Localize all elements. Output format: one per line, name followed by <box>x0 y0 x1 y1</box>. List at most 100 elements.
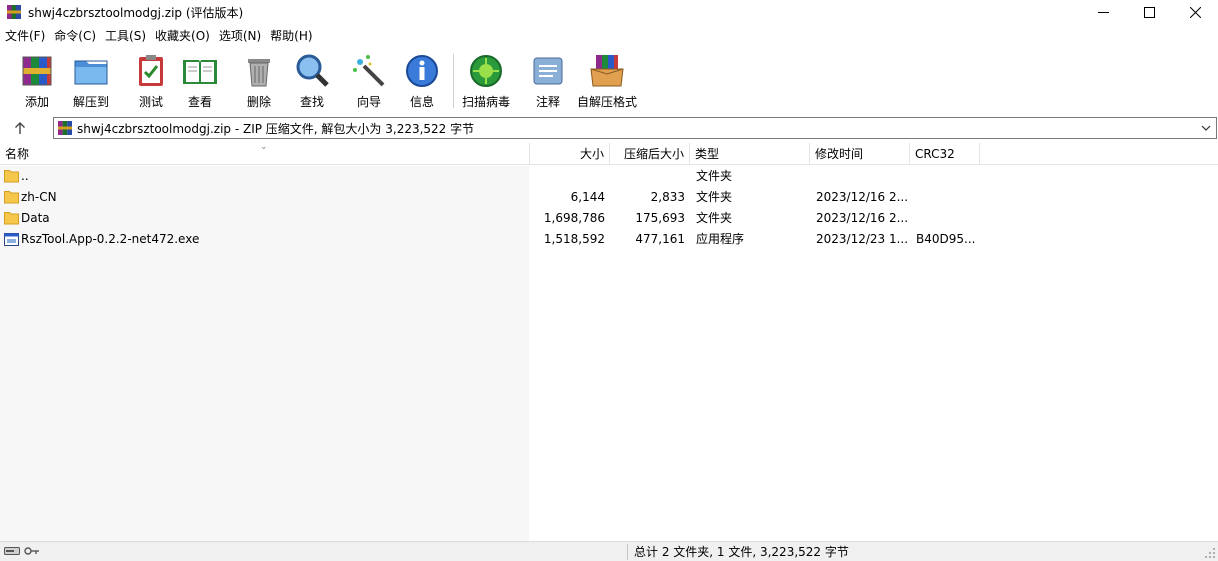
file-modified <box>816 166 908 187</box>
column-type[interactable]: 类型 <box>690 143 810 165</box>
window-title: shwj4czbrsztoolmodgj.zip (评估版本) <box>28 5 244 20</box>
view-label: 查看 <box>187 95 212 109</box>
toolbar-separator <box>453 54 454 108</box>
toolbar: 添加 解压到 测试 查看 删除 查找 向导 信息 扫描病毒 注释 自解压格式 <box>0 48 1218 114</box>
up-folder-button[interactable] <box>10 119 30 137</box>
drive-icon[interactable] <box>4 545 20 557</box>
menu-options[interactable]: 选项(N) <box>214 26 265 46</box>
file-crc: B40D95... <box>916 232 976 246</box>
view-button[interactable]: 查看 <box>181 52 219 110</box>
delete-button[interactable]: 删除 <box>240 52 278 110</box>
column-header: 名称 ⌄ 大小 压缩后大小 类型 修改时间 CRC32 <box>0 143 1218 165</box>
key-icon[interactable] <box>24 545 40 557</box>
address-text: shwj4czbrsztoolmodgj.zip - ZIP 压缩文件, 解包大… <box>77 121 475 136</box>
find-button[interactable]: 查找 <box>293 52 331 110</box>
comment-label: 注释 <box>535 95 560 109</box>
magnifier-icon <box>293 52 331 90</box>
info-icon <box>403 52 441 90</box>
minimize-icon <box>1097 11 1109 13</box>
file-packed-size: 175,693 <box>635 211 685 225</box>
close-icon <box>1189 6 1201 18</box>
virus-scan-icon <box>467 52 505 90</box>
file-crc <box>916 187 978 208</box>
sfx-box-icon <box>588 52 626 90</box>
file-type: 文件夹 <box>696 211 733 225</box>
maximize-button[interactable] <box>1126 0 1172 24</box>
winrar-app-icon[interactable] <box>6 4 22 20</box>
scan-virus-label: 扫描病毒 <box>462 95 511 109</box>
maximize-icon <box>1143 6 1155 18</box>
add-label: 添加 <box>24 95 49 109</box>
file-name: zh-CN <box>21 190 57 204</box>
test-clipboard-icon <box>132 52 170 90</box>
file-packed-size: 2,833 <box>650 190 685 204</box>
archive-add-icon <box>18 52 56 90</box>
test-button[interactable]: 测试 <box>132 52 170 110</box>
delete-label: 删除 <box>246 95 271 109</box>
file-row-parent[interactable]: .. 文件夹 <box>0 166 1218 187</box>
file-modified: 2023/12/23 1... <box>816 232 908 246</box>
book-view-icon <box>181 52 219 90</box>
wizard-label: 向导 <box>356 95 381 109</box>
file-size: 6,144 <box>570 190 605 204</box>
comment-icon <box>529 52 567 90</box>
file-name: RszTool.App-0.2.2-net472.exe <box>21 232 200 246</box>
file-type: 文件夹 <box>696 169 733 183</box>
menu-help[interactable]: 帮助(H) <box>265 26 316 46</box>
minimize-button[interactable] <box>1080 0 1126 24</box>
file-row-exe[interactable]: RszTool.App-0.2.2-net472.exe 1,518,592 4… <box>0 229 1218 250</box>
menu-bar: 文件(F) 命令(C) 工具(S) 收藏夹(O) 选项(N) 帮助(H) <box>0 26 317 46</box>
add-button[interactable]: 添加 <box>18 52 56 110</box>
file-packed-size <box>610 166 685 187</box>
file-size: 1,698,786 <box>543 211 605 225</box>
trash-icon <box>240 52 278 90</box>
status-summary: 总计 2 文件夹, 1 文件, 3,223,522 字节 <box>634 545 849 559</box>
menu-favorites[interactable]: 收藏夹(O) <box>150 26 214 46</box>
find-label: 查找 <box>299 95 324 109</box>
status-bar: 总计 2 文件夹, 1 文件, 3,223,522 字节 <box>0 541 1218 561</box>
resize-grip-icon[interactable] <box>1204 547 1216 559</box>
file-modified: 2023/12/16 2... <box>816 211 908 225</box>
menu-tools[interactable]: 工具(S) <box>100 26 150 46</box>
file-size <box>530 166 605 187</box>
folder-icon <box>4 212 19 225</box>
menu-file[interactable]: 文件(F) <box>0 26 49 46</box>
info-label: 信息 <box>409 95 434 109</box>
file-crc <box>916 208 978 229</box>
column-modified[interactable]: 修改时间 <box>810 143 910 165</box>
folder-icon <box>4 191 19 204</box>
arrow-up-icon <box>15 121 25 134</box>
file-type: 文件夹 <box>696 190 733 204</box>
file-crc <box>916 166 978 187</box>
file-row-zh-cn[interactable]: zh-CN 6,144 2,833 文件夹 2023/12/16 2... <box>0 187 1218 208</box>
folder-icon <box>4 170 19 183</box>
sfx-button[interactable]: 自解压格式 <box>577 52 637 110</box>
sfx-label: 自解压格式 <box>577 95 638 109</box>
close-button[interactable] <box>1172 0 1218 24</box>
chevron-down-icon[interactable] <box>1199 121 1213 135</box>
menu-commands[interactable]: 命令(C) <box>49 26 100 46</box>
magic-wand-icon <box>350 52 388 90</box>
title-bar: shwj4czbrsztoolmodgj.zip (评估版本) <box>0 0 1218 24</box>
wizard-button[interactable]: 向导 <box>350 52 388 110</box>
extract-button[interactable]: 解压到 <box>72 52 110 110</box>
file-row-data[interactable]: Data 1,698,786 175,693 文件夹 2023/12/16 2.… <box>0 208 1218 229</box>
file-list: 名称 ⌄ 大小 压缩后大小 类型 修改时间 CRC32 .. 文件夹 zh-CN… <box>0 143 1218 541</box>
file-name: .. <box>21 169 29 183</box>
file-modified: 2023/12/16 2... <box>816 190 908 204</box>
info-button[interactable]: 信息 <box>403 52 441 110</box>
test-label: 测试 <box>138 95 163 109</box>
file-size: 1,518,592 <box>543 232 605 246</box>
column-packed-size[interactable]: 压缩后大小 <box>610 143 690 165</box>
status-separator <box>627 544 628 560</box>
file-packed-size: 477,161 <box>635 232 685 246</box>
scan-virus-button[interactable]: 扫描病毒 <box>462 52 510 110</box>
comment-button[interactable]: 注释 <box>529 52 567 110</box>
extract-label: 解压到 <box>72 95 109 109</box>
zip-archive-icon <box>57 120 73 136</box>
column-crc32[interactable]: CRC32 <box>910 143 980 165</box>
file-name: Data <box>21 211 50 225</box>
file-type: 应用程序 <box>696 232 745 246</box>
address-bar[interactable]: shwj4czbrsztoolmodgj.zip - ZIP 压缩文件, 解包大… <box>53 117 1217 139</box>
column-size[interactable]: 大小 <box>530 143 610 165</box>
